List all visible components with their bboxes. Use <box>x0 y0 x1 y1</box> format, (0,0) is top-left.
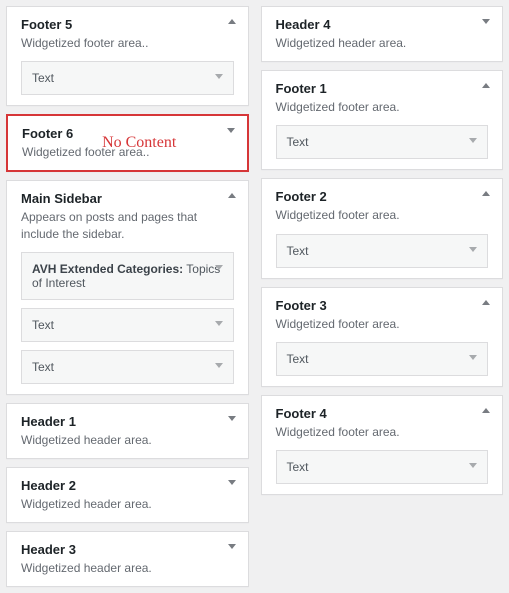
panel-body: Text <box>262 234 503 278</box>
panel-header[interactable]: Header 3 Widgetized header area. <box>7 532 248 586</box>
widget-area-panel: Footer 6Widgetized footer area..No Conte… <box>6 114 249 172</box>
panel-title: Main Sidebar <box>21 191 234 206</box>
chevron-down-icon[interactable] <box>227 128 235 133</box>
widget-label: Text <box>287 352 309 366</box>
widget-label: Text <box>287 244 309 258</box>
panel-header[interactable]: Header 4 Widgetized header area. <box>262 7 503 61</box>
chevron-down-icon[interactable] <box>469 355 477 360</box>
widget-area-panel: Footer 3 Widgetized footer area. Text <box>261 287 504 387</box>
panel-body: Text <box>262 125 503 169</box>
widget-area-panel: Footer 4 Widgetized footer area. Text <box>261 395 504 495</box>
annotation-label: No Content <box>102 134 176 152</box>
widget-area-panel: Header 2 Widgetized header area. <box>6 467 249 523</box>
panel-title: Header 4 <box>276 17 489 32</box>
chevron-down-icon[interactable] <box>215 74 223 79</box>
widget-item[interactable]: AVH Extended Categories: Topics of Inter… <box>21 252 234 300</box>
panel-body: AVH Extended Categories: Topics of Inter… <box>7 252 248 394</box>
panel-header[interactable]: Main Sidebar Appears on posts and pages t… <box>7 181 248 251</box>
panel-header[interactable]: Footer 3 Widgetized footer area. <box>262 288 503 342</box>
panel-title: Header 1 <box>21 414 234 429</box>
widget-area-panel: Header 1 Widgetized header area. <box>6 403 249 459</box>
panel-title: Header 3 <box>21 542 234 557</box>
widget-item[interactable]: Text <box>21 308 234 342</box>
widget-item[interactable]: Text <box>21 61 234 95</box>
panel-header[interactable]: Footer 5 Widgetized footer area.. <box>7 7 248 61</box>
panel-description: Appears on posts and pages that include … <box>21 209 234 241</box>
panel-description: Widgetized footer area. <box>276 99 489 115</box>
panel-description: Widgetized footer area.. <box>21 35 234 51</box>
chevron-down-icon[interactable] <box>215 321 223 326</box>
panel-title: Footer 2 <box>276 189 489 204</box>
widget-item[interactable]: Text <box>276 234 489 268</box>
panel-title: Footer 4 <box>276 406 489 421</box>
widget-label: Text <box>32 71 54 85</box>
panel-title: Footer 5 <box>21 17 234 32</box>
panel-description: Widgetized header area. <box>21 432 234 448</box>
chevron-up-icon[interactable] <box>482 408 490 413</box>
panel-description: Widgetized header area. <box>21 560 234 576</box>
chevron-down-icon[interactable] <box>228 544 236 549</box>
panel-header[interactable]: Footer 4 Widgetized footer area. <box>262 396 503 450</box>
widget-area-panel: Footer 2 Widgetized footer area. Text <box>261 178 504 278</box>
widget-area-panel: Header 3 Widgetized header area. <box>6 531 249 587</box>
chevron-up-icon[interactable] <box>228 19 236 24</box>
left-column: Footer 5Widgetized footer area..TextFoot… <box>6 6 249 587</box>
widget-areas-columns: Footer 5Widgetized footer area..TextFoot… <box>0 0 509 593</box>
panel-description: Widgetized header area. <box>276 35 489 51</box>
chevron-down-icon[interactable] <box>469 138 477 143</box>
panel-header[interactable]: Header 1 Widgetized header area. <box>7 404 248 458</box>
widget-label: Text <box>287 460 309 474</box>
chevron-up-icon[interactable] <box>482 191 490 196</box>
widget-area-panel: Main Sidebar Appears on posts and pages t… <box>6 180 249 394</box>
panel-title: Footer 1 <box>276 81 489 96</box>
chevron-up-icon[interactable] <box>482 300 490 305</box>
panel-body: Text <box>262 450 503 494</box>
widget-item[interactable]: Text <box>276 125 489 159</box>
panel-description: Widgetized footer area. <box>276 316 489 332</box>
right-column: Header 4 Widgetized header area. Footer 1 W… <box>261 6 504 587</box>
widget-label: Text <box>287 135 309 149</box>
panel-body: Text <box>262 342 503 386</box>
panel-description: Widgetized header area. <box>21 496 234 512</box>
chevron-down-icon[interactable] <box>215 265 223 270</box>
widget-label: Text <box>32 360 54 374</box>
widget-item[interactable]: Text <box>276 342 489 376</box>
panel-description: Widgetized footer area. <box>276 207 489 223</box>
panel-body: Text <box>7 61 248 105</box>
panel-header[interactable]: Footer 2 Widgetized footer area. <box>262 179 503 233</box>
widget-area-panel: Footer 5 Widgetized footer area.. Text <box>6 6 249 106</box>
chevron-down-icon[interactable] <box>228 480 236 485</box>
widget-item[interactable]: Text <box>276 450 489 484</box>
panel-header[interactable]: Header 2 Widgetized header area. <box>7 468 248 522</box>
chevron-down-icon[interactable] <box>215 363 223 368</box>
panel-title: Header 2 <box>21 478 234 493</box>
chevron-down-icon[interactable] <box>228 416 236 421</box>
widget-item[interactable]: Text <box>21 350 234 384</box>
panel-header[interactable]: Footer 1 Widgetized footer area. <box>262 71 503 125</box>
widget-area-panel: Footer 1 Widgetized footer area. Text <box>261 70 504 170</box>
panel-title: Footer 3 <box>276 298 489 313</box>
chevron-up-icon[interactable] <box>228 193 236 198</box>
chevron-down-icon[interactable] <box>469 463 477 468</box>
panel-description: Widgetized footer area. <box>276 424 489 440</box>
chevron-down-icon[interactable] <box>482 19 490 24</box>
chevron-up-icon[interactable] <box>482 83 490 88</box>
widget-label-strong: AVH Extended Categories: <box>32 262 183 276</box>
widget-label: Text <box>32 318 54 332</box>
widget-area-panel: Header 4 Widgetized header area. <box>261 6 504 62</box>
chevron-down-icon[interactable] <box>469 247 477 252</box>
